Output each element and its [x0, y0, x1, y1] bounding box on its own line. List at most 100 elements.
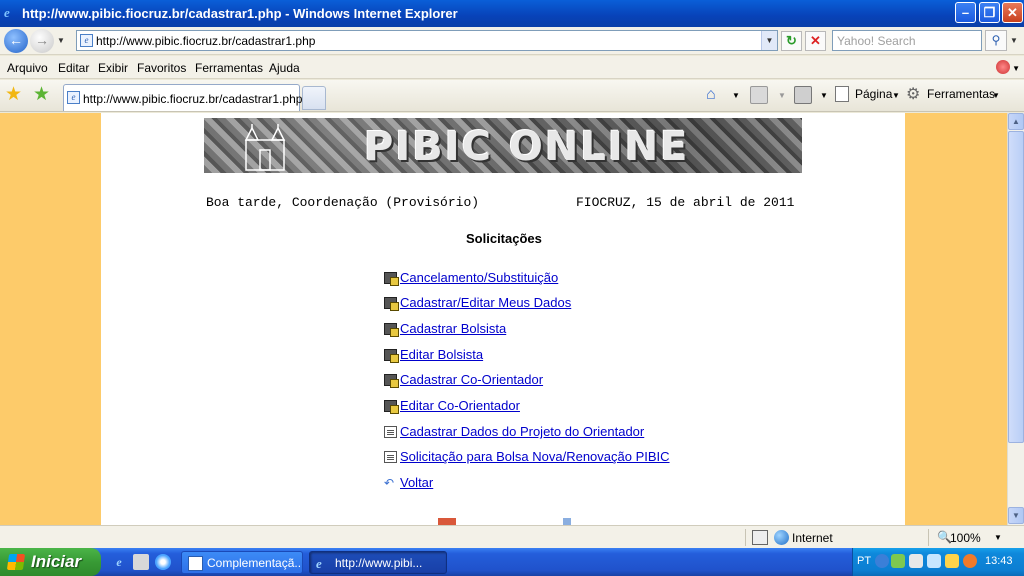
tools-menu-dropdown[interactable]: ▼ — [992, 91, 1000, 100]
edit-form-icon — [384, 272, 399, 286]
forward-arrow-icon: → — [35, 32, 49, 48]
start-button[interactable]: Iniciar — [0, 548, 101, 576]
tab-label: http://www.pibic.fiocruz.br/cadastrar1.p… — [83, 92, 303, 106]
tray-tools-icon[interactable] — [927, 554, 941, 568]
menu-exibir[interactable]: Exibir — [98, 61, 128, 75]
add-favorite-icon[interactable]: ★ — [33, 85, 50, 105]
toolbar-addon-icon[interactable] — [996, 60, 1010, 74]
back-arrow-icon: ↶ — [384, 476, 395, 490]
scroll-up-button[interactable]: ▲ — [1008, 113, 1024, 130]
tray-update-icon[interactable] — [963, 554, 977, 568]
navigation-bar: ← → ▼ e http://www.pibic.fiocruz.br/cada… — [0, 27, 1024, 55]
security-zone[interactable]: Internet — [792, 531, 833, 545]
vertical-scrollbar[interactable]: ▲ ▼ — [1007, 113, 1024, 525]
minimize-button[interactable]: – — [955, 2, 976, 23]
taskbar: Iniciar e Complementaçã... e http://www.… — [0, 548, 1024, 576]
menu-editar[interactable]: Editar — [58, 61, 89, 75]
print-icon[interactable] — [794, 86, 812, 104]
document-app-icon — [188, 556, 203, 571]
edit-form-icon — [384, 400, 399, 414]
address-url[interactable]: http://www.pibic.fiocruz.br/cadastrar1.p… — [96, 34, 315, 48]
minimize-icon: – — [961, 5, 970, 20]
quicklaunch-ie-icon[interactable]: e — [111, 554, 127, 570]
zoom-level[interactable]: 100% — [950, 531, 981, 545]
addon-dropdown[interactable]: ▼ — [1012, 64, 1020, 73]
refresh-icon: ↻ — [786, 33, 797, 48]
edit-form-icon — [384, 349, 399, 363]
edit-form-icon — [384, 323, 399, 337]
link-voltar[interactable]: Voltar — [400, 475, 433, 490]
edit-form-icon — [384, 374, 399, 388]
internet-explorer-icon: e — [4, 5, 10, 20]
quicklaunch-media-icon[interactable] — [155, 554, 171, 570]
address-dropdown-button[interactable]: ▼ — [761, 31, 777, 50]
tray-security-icon[interactable] — [945, 554, 959, 568]
tray-back-icon[interactable] — [875, 554, 889, 568]
clock: 13:43 — [985, 555, 1013, 567]
address-bar[interactable]: e http://www.pibic.fiocruz.br/cadastrar1… — [76, 30, 778, 51]
menu-ajuda[interactable]: Ajuda — [269, 61, 300, 75]
close-button[interactable]: ✕ — [1002, 2, 1023, 23]
status-bar: Internet 🔍 100% ▼ — [0, 525, 1024, 548]
castle-logo-icon — [244, 124, 286, 171]
home-dropdown[interactable]: ▼ — [732, 91, 740, 100]
tray-chat-icon[interactable] — [891, 554, 905, 568]
menu-ferramentas[interactable]: Ferramentas — [195, 61, 263, 75]
footer-logo-icon — [438, 518, 456, 525]
menu-arquivo[interactable]: Arquivo — [7, 61, 48, 75]
link-editar-bolsista[interactable]: Editar Bolsista — [400, 347, 483, 362]
footer-icon — [563, 518, 571, 525]
refresh-button[interactable]: ↻ — [781, 31, 802, 51]
home-icon[interactable]: ⌂ — [706, 86, 724, 104]
search-options-dropdown[interactable]: ▼ — [1010, 36, 1018, 45]
zoom-dropdown[interactable]: ▼ — [994, 533, 1002, 542]
link-cadastrar-co-orientador[interactable]: Cadastrar Co-Orientador — [400, 372, 543, 387]
scroll-thumb[interactable] — [1008, 131, 1024, 443]
page-body: PIBIC ONLINE Boa tarde, Coordenação (Pro… — [101, 113, 905, 525]
link-editar-co-orientador[interactable]: Editar Co-Orientador — [400, 398, 520, 413]
print-dropdown[interactable]: ▼ — [820, 91, 828, 100]
search-input[interactable]: Yahoo! Search — [832, 30, 982, 51]
forward-button[interactable]: → — [30, 29, 54, 53]
page-menu-button[interactable]: Página — [855, 87, 892, 101]
page-menu-dropdown[interactable]: ▼ — [892, 91, 900, 100]
taskbar-item-document[interactable]: Complementaçã... — [181, 551, 303, 574]
search-button[interactable]: ⚲ — [985, 30, 1007, 51]
favorites-center-icon[interactable]: ★ — [5, 85, 22, 105]
link-cancelamento[interactable]: Cancelamento/Substituição — [400, 270, 558, 285]
back-button[interactable]: ← — [4, 29, 28, 53]
new-tab-button[interactable] — [302, 86, 326, 110]
link-cadastrar-editar-meus-dados[interactable]: Cadastrar/Editar Meus Dados — [400, 295, 571, 310]
edit-form-icon — [384, 297, 399, 311]
pibic-banner: PIBIC ONLINE — [204, 118, 802, 173]
recent-pages-dropdown[interactable]: ▼ — [57, 36, 65, 45]
menu-bar: Arquivo Editar Exibir Favoritos Ferramen… — [0, 56, 1024, 79]
banner-title: PIBIC ONLINE — [364, 124, 690, 170]
scroll-down-button[interactable]: ▼ — [1008, 507, 1024, 524]
protected-mode-icon[interactable] — [752, 530, 768, 545]
tab-current-page[interactable]: e http://www.pibic.fiocruz.br/cadastrar1… — [63, 84, 303, 111]
taskbar-item-browser[interactable]: e http://www.pibi... — [309, 551, 447, 574]
start-label: Iniciar — [31, 552, 82, 571]
link-solicitacao-bolsa[interactable]: Solicitação para Bolsa Nova/Renovação PI… — [400, 449, 670, 464]
gear-icon: ⚙ — [906, 86, 921, 103]
taskbar-item-label: Complementaçã... — [207, 556, 303, 570]
taskbar-item-label: http://www.pibi... — [335, 556, 423, 570]
close-icon: ✕ — [1007, 5, 1018, 20]
feeds-dropdown[interactable]: ▼ — [778, 91, 786, 100]
menu-favoritos[interactable]: Favoritos — [137, 61, 186, 75]
maximize-button[interactable]: ❐ — [979, 2, 1000, 23]
stop-button[interactable]: ✕ — [805, 31, 826, 51]
window-titlebar[interactable]: e http://www.pibic.fiocruz.br/cadastrar1… — [0, 0, 1024, 27]
tools-menu-button[interactable]: Ferramentas — [927, 87, 995, 101]
link-cadastrar-bolsista[interactable]: Cadastrar Bolsista — [400, 321, 506, 336]
internet-explorer-icon: e — [316, 556, 322, 571]
quicklaunch-desktop-icon[interactable] — [133, 554, 149, 570]
page-icon: e — [80, 34, 93, 47]
page-menu-icon — [835, 86, 849, 102]
language-indicator[interactable]: PT — [857, 555, 871, 567]
restore-icon: ❐ — [983, 5, 996, 20]
rss-feeds-icon[interactable] — [750, 86, 768, 104]
link-cadastrar-dados-projeto[interactable]: Cadastrar Dados do Projeto do Orientador — [400, 424, 644, 439]
tray-network-icon[interactable] — [909, 554, 923, 568]
